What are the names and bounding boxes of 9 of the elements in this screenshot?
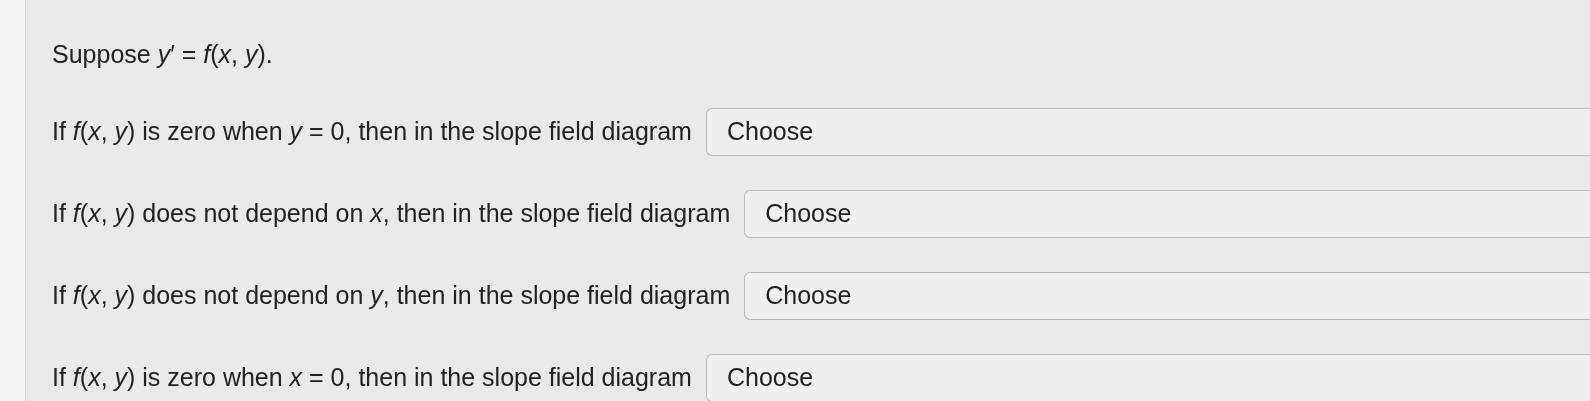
question-text: If f(x, y) does not depend on x, then in the slope field diagram — [52, 198, 731, 230]
question-text: If f(x, y) is zero when x = 0, then in the slope field diagram — [52, 362, 692, 394]
choose-dropdown[interactable]: Choose — [744, 190, 1590, 238]
intro-text: Suppose y′ = f(x, y). — [52, 39, 274, 70]
choose-dropdown[interactable]: Choose — [705, 354, 1590, 401]
choose-dropdown[interactable]: Choose — [705, 108, 1590, 156]
choose-dropdown[interactable]: Choose — [744, 272, 1590, 320]
question-text: If f(x, y) is zero when y = 0, then in the slope field diagram — [52, 116, 692, 148]
question-text: If f(x, y) does not depend on y, then in the slope field diagram — [52, 280, 731, 312]
